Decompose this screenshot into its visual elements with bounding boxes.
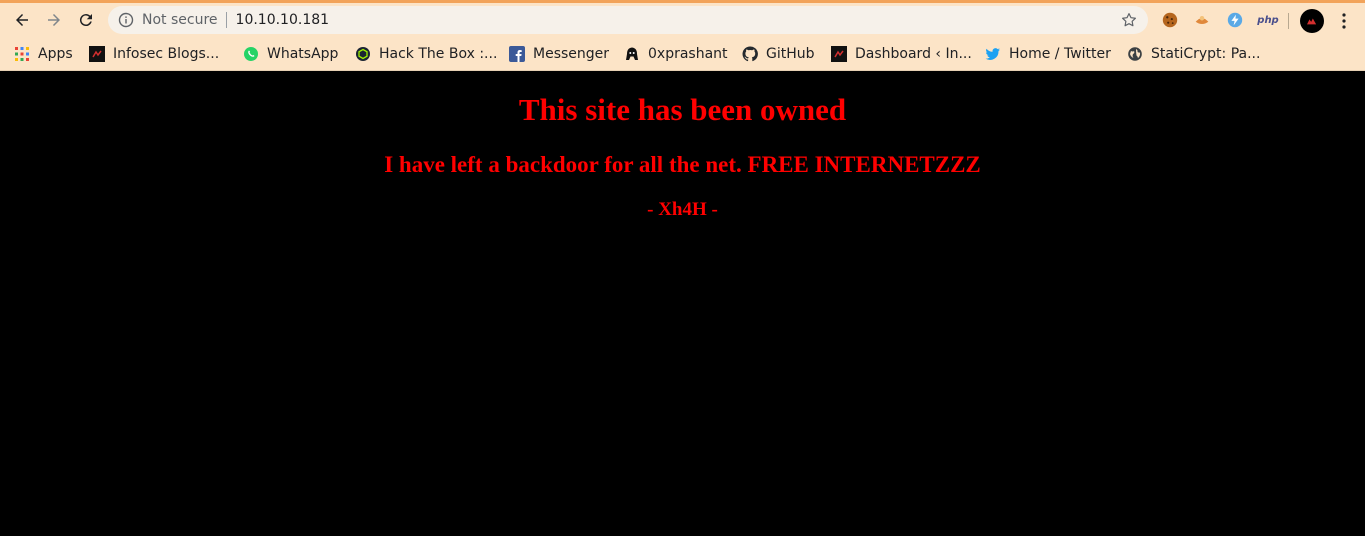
browser-menu-button[interactable] [1336, 11, 1352, 31]
cookie-extension-button[interactable] [1160, 10, 1180, 30]
bookmark-label: StatiCrypt: Pa... [1151, 46, 1261, 62]
arrow-left-icon [16, 14, 28, 26]
bookmark-messenger[interactable]: Messenger [503, 40, 615, 68]
bookmark-github[interactable]: GitHub [736, 40, 821, 68]
bookmark-label: Messenger [533, 46, 610, 62]
bookmark-label: Infosec Blogs... [113, 46, 220, 62]
whatsapp-icon [243, 46, 259, 62]
bookmark-infosec[interactable]: Infosec Blogs... [83, 40, 225, 68]
bookmark-twitter[interactable]: Home / Twitter [979, 40, 1117, 68]
blue-extension-button[interactable] [1225, 10, 1245, 30]
info-icon[interactable] [118, 12, 134, 28]
profile-icon [1307, 18, 1317, 25]
bookmark-label: GitHub [766, 46, 815, 62]
bookmark-apps[interactable]: Apps [8, 40, 79, 68]
github-icon [742, 46, 758, 62]
back-button[interactable] [6, 4, 38, 36]
bookmark-dashboard[interactable]: Dashboard ‹ In... [825, 40, 978, 68]
lightning-icon [1227, 12, 1243, 28]
url-text[interactable]: 10.10.10.181 [236, 12, 330, 28]
defacement-message: I have left a backdoor for all the net. … [384, 152, 981, 177]
bookmark-0xprashant[interactable]: 0xprashant [618, 40, 734, 68]
hacker-mask-icon [624, 46, 640, 62]
reload-icon [79, 14, 92, 27]
bookmark-label: Home / Twitter [1009, 46, 1111, 62]
cookie-icon [1162, 12, 1178, 28]
php-extension-button[interactable]: php [1256, 10, 1280, 30]
bookmark-staticrypt[interactable]: StatiCrypt: Pa... [1121, 40, 1266, 68]
bookmark-hackthebox[interactable]: Hack The Box :... [349, 40, 503, 68]
reload-button[interactable] [70, 4, 102, 36]
wappalyzer-icon [1195, 15, 1209, 25]
bookmark-whatsapp[interactable]: WhatsApp [237, 40, 344, 68]
toolbar-divider [1288, 13, 1289, 29]
arrow-right-icon [48, 14, 60, 26]
wappalyzer-extension-button[interactable] [1192, 10, 1212, 30]
address-divider [225, 12, 227, 28]
browser-toolbar: Not secure 10.10.10.181 php [0, 3, 1365, 37]
page-content: This site has been owned I have left a b… [0, 72, 1365, 536]
globe-icon [1127, 46, 1143, 62]
defacement-signature: - Xh4H - [647, 199, 718, 220]
defacement-heading: This site has been owned [518, 92, 847, 127]
bookmark-label: Apps [38, 46, 73, 62]
bookmark-label: Hack The Box :... [379, 46, 498, 62]
profile-avatar[interactable] [1300, 9, 1324, 33]
bookmark-label: Dashboard ‹ In... [855, 46, 972, 62]
address-bar[interactable]: Not secure 10.10.10.181 [108, 6, 1148, 34]
twitter-icon [985, 46, 1001, 62]
bookmarks-bar: Apps Infosec Blogs... WhatsApp Hack The … [0, 37, 1365, 71]
forward-button[interactable] [38, 4, 70, 36]
apps-grid-icon [14, 46, 30, 62]
dashboard-site-icon [831, 46, 847, 62]
not-secure-label[interactable]: Not secure [142, 12, 218, 28]
hackthebox-icon [355, 46, 371, 62]
bookmark-label: 0xprashant [648, 46, 728, 62]
infosec-icon [89, 46, 105, 62]
facebook-icon [509, 46, 525, 62]
kebab-menu-icon [1342, 13, 1346, 29]
star-icon[interactable] [1120, 11, 1138, 29]
bookmark-label: WhatsApp [267, 46, 339, 62]
